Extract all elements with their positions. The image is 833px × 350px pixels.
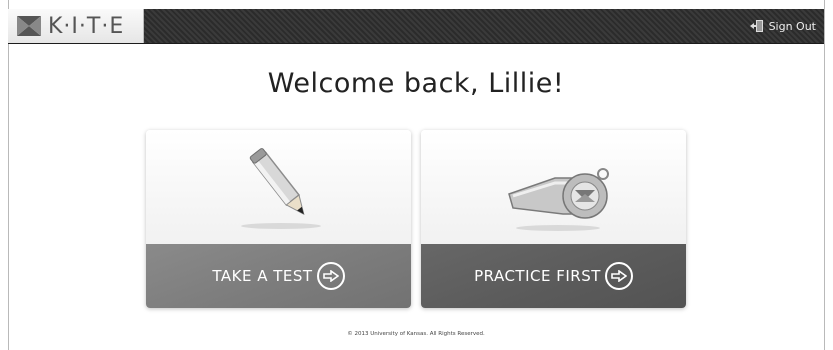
copyright-footer: © 2013 University of Kansas. All Rights … — [347, 331, 485, 337]
app-header: K·I·T·E Sign Out — [8, 9, 824, 44]
arrow-right-circle-icon — [604, 262, 633, 290]
sign-out-button[interactable]: Sign Out — [749, 17, 816, 35]
whistle-icon — [508, 168, 609, 231]
kite-logo-icon — [17, 16, 41, 36]
logo-text: K·I·T·E — [48, 13, 125, 39]
arrow-right-circle-icon — [316, 262, 345, 290]
card-image-area — [146, 130, 411, 244]
practice-first-label: PRACTICE FIRST — [474, 267, 601, 285]
card-image-area — [421, 130, 686, 244]
sign-out-icon — [749, 20, 763, 32]
practice-first-card[interactable]: PRACTICE FIRST — [421, 130, 686, 308]
practice-first-button[interactable]: PRACTICE FIRST — [421, 244, 686, 308]
sign-out-label: Sign Out — [768, 19, 816, 33]
welcome-heading: Welcome back, Lillie! — [267, 68, 565, 99]
take-a-test-card[interactable]: TAKE A TEST — [146, 130, 411, 308]
kite-logo[interactable]: K·I·T·E — [8, 9, 144, 43]
pencil-icon — [241, 148, 321, 229]
take-a-test-label: TAKE A TEST — [212, 267, 313, 285]
take-a-test-button[interactable]: TAKE A TEST — [146, 244, 411, 308]
page-frame — [8, 0, 825, 350]
